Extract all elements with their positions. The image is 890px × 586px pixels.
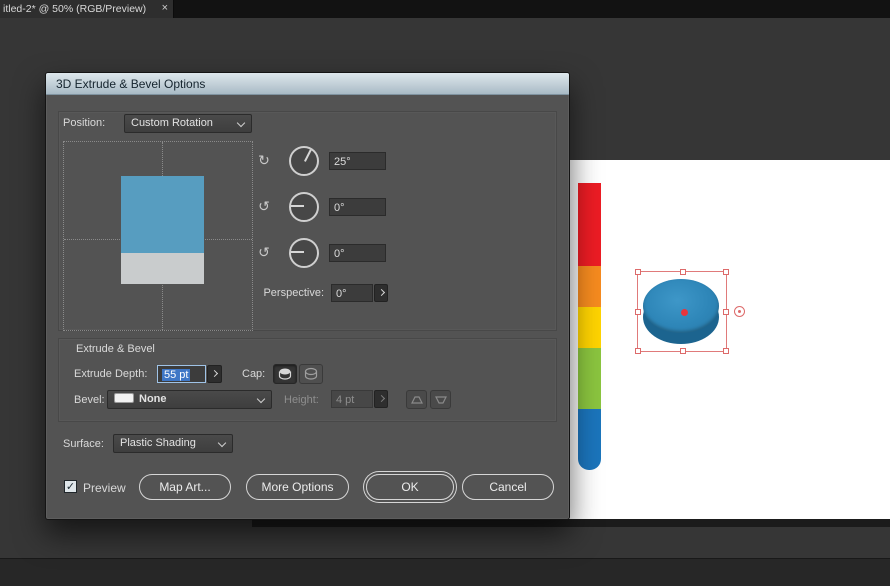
strip-segment[interactable] [578,307,601,348]
extrude-depth-value: 55 pt [162,369,191,381]
track-cube-front[interactable] [121,176,204,253]
rotate-y-value: 0° [334,202,345,214]
document-tab-bar: itled-2* @ 50% (RGB/Preview) × [0,0,890,18]
dial-needle [304,149,312,162]
chevron-right-icon [377,288,386,297]
strip-segment[interactable] [578,266,601,307]
bevel-extent-out-button [406,390,427,409]
dial-needle [291,205,304,207]
strip-segment[interactable] [578,348,601,409]
perspective-label: Perspective: [263,287,324,299]
chevron-right-icon [210,369,219,378]
rotate-x-dial[interactable] [289,146,319,176]
surface-dropdown[interactable]: Plastic Shading [113,434,233,453]
map-art-button[interactable]: Map Art... [139,474,231,500]
extrude-depth-expander-button[interactable] [207,365,222,383]
bevel-dropdown[interactable]: None [107,390,272,409]
selection-handle[interactable] [680,269,686,275]
rotate-target-icon[interactable] [734,306,745,317]
perspective-expander-button[interactable] [374,284,388,302]
selection-handle[interactable] [635,269,641,275]
perspective-input[interactable]: 0° [331,284,373,302]
rotate-z-value: 0° [334,248,345,260]
dial-needle [291,251,304,253]
bevel-extent-in-button [430,390,451,409]
strip-segment[interactable] [578,409,601,470]
document-tab[interactable]: itled-2* @ 50% (RGB/Preview) × [0,0,174,18]
dialog-title: 3D Extrude & Bevel Options [56,77,206,91]
surface-label: Surface: [63,438,104,450]
color-strip[interactable] [578,183,601,470]
cap-off-icon [304,367,318,380]
selection-bounding-box [635,269,729,354]
cap-label: Cap: [242,368,266,380]
selected-artwork[interactable] [630,262,748,362]
document-tab-title: itled-2* @ 50% (RGB/Preview) [3,3,147,15]
rotate-y-axis-icon: ↺ [258,198,270,214]
rotate-z-input[interactable]: 0° [329,244,386,262]
ok-button[interactable]: OK [366,474,454,500]
application-window: itled-2* @ 50% (RGB/Preview) × 3D Extrud… [0,0,890,586]
chevron-down-icon [217,438,227,448]
dialog-3d-extrude-bevel-options: 3D Extrude & Bevel Options Position: Cus… [45,72,570,520]
selection-handle[interactable] [723,309,729,315]
track-cube-bottom[interactable] [121,253,204,284]
selection-handle[interactable] [635,348,641,354]
cancel-button-label: Cancel [489,480,527,494]
bevel-extent-in-icon [434,395,447,404]
bevel-height-value: 4 pt [336,394,355,406]
selection-handle[interactable] [635,309,641,315]
rotate-x-value: 25° [334,156,351,168]
rotation-track-preview[interactable] [63,141,253,331]
rotate-y-dial[interactable] [289,192,319,222]
bevel-height-label: Height: [284,394,319,406]
bevel-value: None [139,393,167,405]
perspective-value: 0° [336,288,347,300]
more-options-button[interactable]: More Options [246,474,349,500]
position-dropdown[interactable]: Custom Rotation [124,114,252,133]
extrude-depth-label: Extrude Depth: [74,368,148,380]
position-value: Custom Rotation [131,117,213,129]
bevel-none-swatch-icon [114,393,134,403]
chevron-right-icon [377,394,386,403]
selection-handle[interactable] [723,269,729,275]
cancel-button[interactable]: Cancel [462,474,554,500]
cap-off-button[interactable] [299,364,323,384]
dialog-title-bar[interactable]: 3D Extrude & Bevel Options [46,73,569,95]
rotate-x-input[interactable]: 25° [329,152,386,170]
cap-on-button[interactable] [273,364,297,384]
bevel-height-input: 4 pt [331,390,373,408]
rotate-y-input[interactable]: 0° [329,198,386,216]
extrude-bevel-section-label: Extrude & Bevel [76,343,155,355]
chevron-down-icon [256,394,266,404]
artboard-shadow [252,519,890,527]
rotate-z-axis-icon: ↺ [258,244,270,260]
bevel-label: Bevel: [74,394,105,406]
ok-button-label: OK [401,480,419,494]
bevel-height-expander-button [374,390,388,408]
extrude-depth-input[interactable]: 55 pt [157,365,206,383]
strip-segment[interactable] [578,183,601,266]
selection-handle[interactable] [723,348,729,354]
bevel-extent-out-icon [410,395,423,404]
surface-value: Plastic Shading [120,437,196,449]
map-art-button-label: Map Art... [159,480,211,494]
preview-checkbox[interactable]: ✓ [64,480,77,493]
rotate-z-dial[interactable] [289,238,319,268]
preview-checkbox-label: Preview [83,481,126,495]
selection-handle[interactable] [680,348,686,354]
bottom-panel-strip [0,558,890,586]
tab-close-icon[interactable]: × [162,2,168,14]
more-options-button-label: More Options [261,480,334,494]
cap-on-icon [278,368,292,380]
chevron-down-icon [236,118,246,128]
position-label: Position: [63,117,106,129]
rotate-x-axis-icon: ↻ [258,152,270,168]
